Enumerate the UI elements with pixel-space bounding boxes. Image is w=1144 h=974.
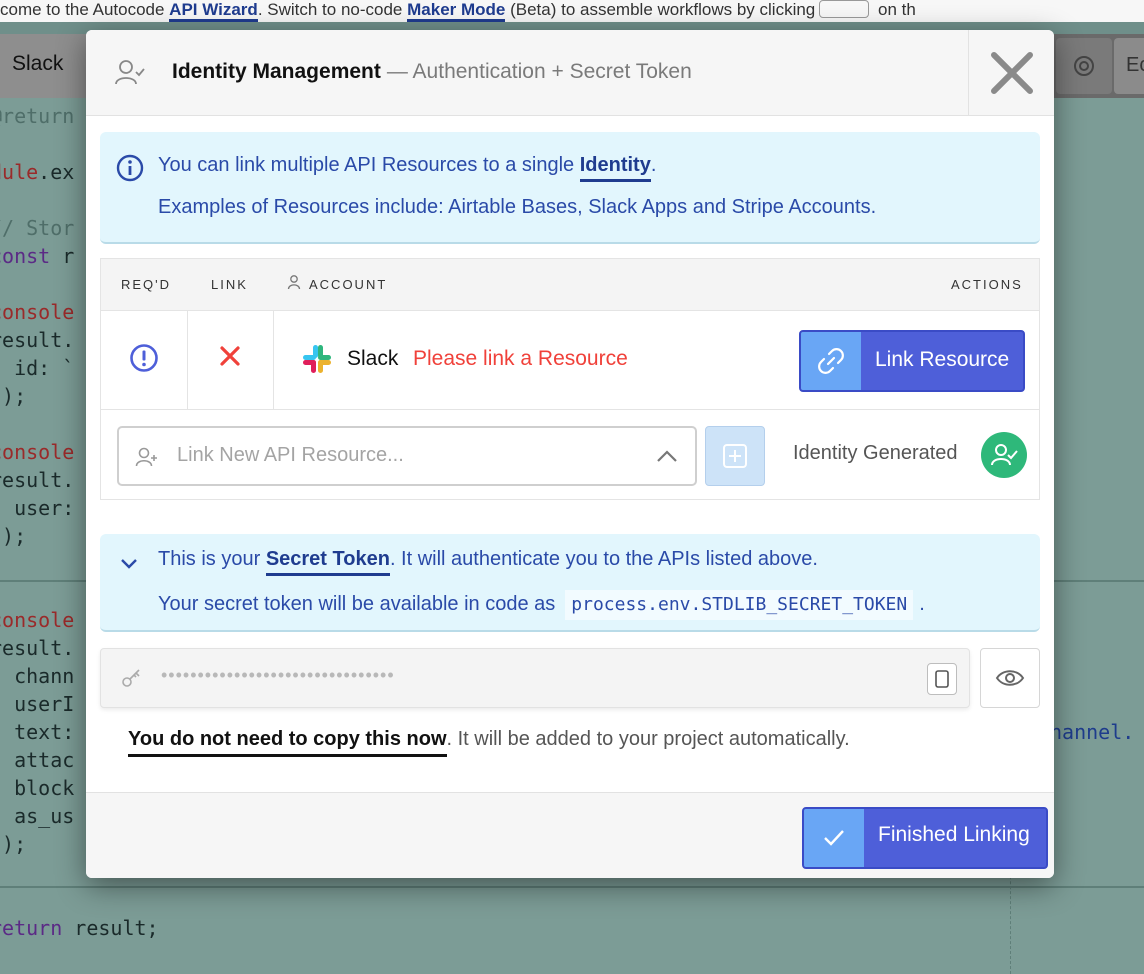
editor-tab-secondary[interactable]: Ec — [1114, 38, 1144, 94]
code-line: }); — [0, 384, 27, 408]
modal-footer: Finished Linking — [86, 792, 1054, 878]
add-resource-button[interactable] — [705, 426, 765, 486]
close-icon — [990, 52, 1033, 94]
info-icon — [116, 154, 144, 182]
link-icon — [818, 348, 844, 374]
masked-token: •••••••••••••••••••••••••••••••• — [161, 665, 395, 685]
code-fragment: hannel. — [1050, 720, 1135, 744]
code-line: }); — [0, 832, 27, 856]
link-resource-button[interactable]: Link Resource — [799, 330, 1025, 392]
code-line: }); — [0, 524, 27, 548]
copy-note: You do not need to copy this now. It wil… — [128, 728, 850, 757]
cell-divider — [187, 311, 188, 409]
link-new-resource-select[interactable]: Link New API Resource... — [117, 426, 697, 486]
link-warning: Please link a Resource — [413, 347, 628, 370]
chevron-up-icon — [657, 450, 677, 462]
banner-link-maker-mode[interactable]: Maker Mode — [407, 0, 506, 22]
code-line: text: — [14, 720, 75, 744]
new-resource-placeholder: Link New API Resource... — [177, 444, 404, 466]
modal-subtitle: — Authentication + Secret Token — [386, 60, 692, 83]
code-line: dule.ex — [0, 160, 75, 184]
reveal-token-button[interactable] — [980, 648, 1040, 708]
close-button[interactable] — [968, 30, 1054, 116]
account-name: Slack — [347, 347, 399, 370]
code-line: console — [0, 608, 75, 632]
code-line: result. — [0, 636, 75, 660]
code-line: chann — [14, 664, 75, 688]
code-line: return result; — [0, 916, 159, 940]
editor-tab-slack[interactable]: Slack — [0, 34, 100, 98]
copy-note-rest: . It will be added to your project autom… — [446, 728, 850, 750]
code-line: // Stor — [0, 216, 75, 240]
identity-link[interactable]: Identity — [579, 154, 651, 182]
code-line: @return — [0, 104, 75, 128]
code-line: user: — [14, 496, 75, 520]
identity-info-callout: You can link multiple API Resources to a… — [100, 132, 1040, 244]
info-line-1: You can link multiple API Resources to a… — [158, 152, 656, 182]
env-var-code: process.env.STDLIB_SECRET_TOKEN — [565, 590, 914, 620]
code-line: result. — [0, 468, 75, 492]
finished-linking-button[interactable]: Finished Linking — [802, 807, 1048, 869]
settings-button[interactable] — [1056, 38, 1112, 94]
banner-link-api-wizard[interactable]: API Wizard — [169, 0, 258, 22]
secret-token-field[interactable]: •••••••••••••••••••••••••••••••• — [100, 648, 970, 708]
user-check-icon — [115, 60, 145, 85]
banner-text-end: on th — [873, 0, 916, 19]
column-header-actions: ACTIONS — [951, 277, 1023, 292]
link-icon-pane — [801, 332, 861, 390]
code-line: console — [0, 300, 75, 324]
banner-text: come to the Autocode — [0, 0, 170, 19]
background-banner: come to the Autocode API Wizard. Switch … — [0, 0, 1144, 22]
modal-header: Identity Management — Authentication + Se… — [86, 30, 1054, 116]
link-resource-label: Link Resource — [875, 348, 1010, 371]
code-line: userI — [14, 692, 75, 716]
copy-button[interactable] — [927, 663, 957, 695]
banner-text-after: (Beta) to assemble workflows by clicking — [505, 0, 816, 19]
resource-table: REQ'D LINK ACCOUNT ACTIONS Slack Please … — [100, 258, 1040, 410]
code-line: as_us — [14, 804, 75, 828]
user-check-icon — [991, 444, 1018, 466]
copy-icon — [935, 670, 949, 688]
secret-token-link[interactable]: Secret Token — [265, 548, 390, 576]
code-line: block — [14, 776, 75, 800]
finish-icon-pane — [804, 809, 864, 867]
eye-icon — [995, 670, 1025, 686]
modal-title: Identity Management — Authentication + Se… — [172, 58, 692, 86]
code-line: console — [0, 440, 75, 464]
slack-logo-icon — [303, 345, 331, 373]
copy-note-bold: You do not need to copy this now — [128, 728, 447, 757]
code-line: const r — [0, 244, 75, 268]
secret-token-callout: This is your Secret Token. It will authe… — [100, 534, 1040, 632]
table-header: REQ'D LINK ACCOUNT ACTIONS — [101, 259, 1039, 311]
code-line: id: ` — [14, 356, 75, 380]
not-linked-x-icon — [220, 346, 240, 366]
column-header-account: ACCOUNT — [309, 277, 388, 292]
key-icon — [122, 669, 140, 687]
required-alert-icon — [130, 344, 158, 372]
column-header-link: LINK — [211, 277, 248, 292]
user-icon — [287, 275, 301, 290]
column-header-reqd: REQ'D — [121, 277, 172, 292]
plus-square-icon — [723, 444, 747, 468]
identity-status-badge — [981, 432, 1027, 478]
gear-icon — [1074, 56, 1094, 76]
finished-linking-label: Finished Linking — [878, 823, 1030, 846]
cell-divider — [273, 311, 274, 409]
modal-title-text: Identity Management — [172, 60, 381, 83]
new-resource-row: Link New API Resource... Identity Genera… — [100, 410, 1040, 500]
code-line: attac — [14, 748, 75, 772]
secret-line-1: This is your Secret Token. It will authe… — [158, 546, 818, 576]
secret-line-2: Your secret token will be available in c… — [158, 590, 925, 620]
identity-status-text: Identity Generated — [793, 442, 958, 464]
table-row: Slack Please link a Resource Link Resour… — [101, 311, 1039, 409]
identity-management-modal: Identity Management — Authentication + Se… — [86, 30, 1054, 878]
code-line: result. — [0, 328, 75, 352]
code-divider — [0, 886, 1144, 888]
checkmark-icon — [824, 830, 844, 846]
info-line-2: Examples of Resources include: Airtable … — [158, 196, 877, 218]
banner-kbd-icon — [819, 0, 870, 18]
chevron-down-icon[interactable] — [118, 552, 140, 574]
banner-text-middle: . Switch to no-code — [257, 0, 408, 19]
add-user-icon — [135, 447, 157, 467]
